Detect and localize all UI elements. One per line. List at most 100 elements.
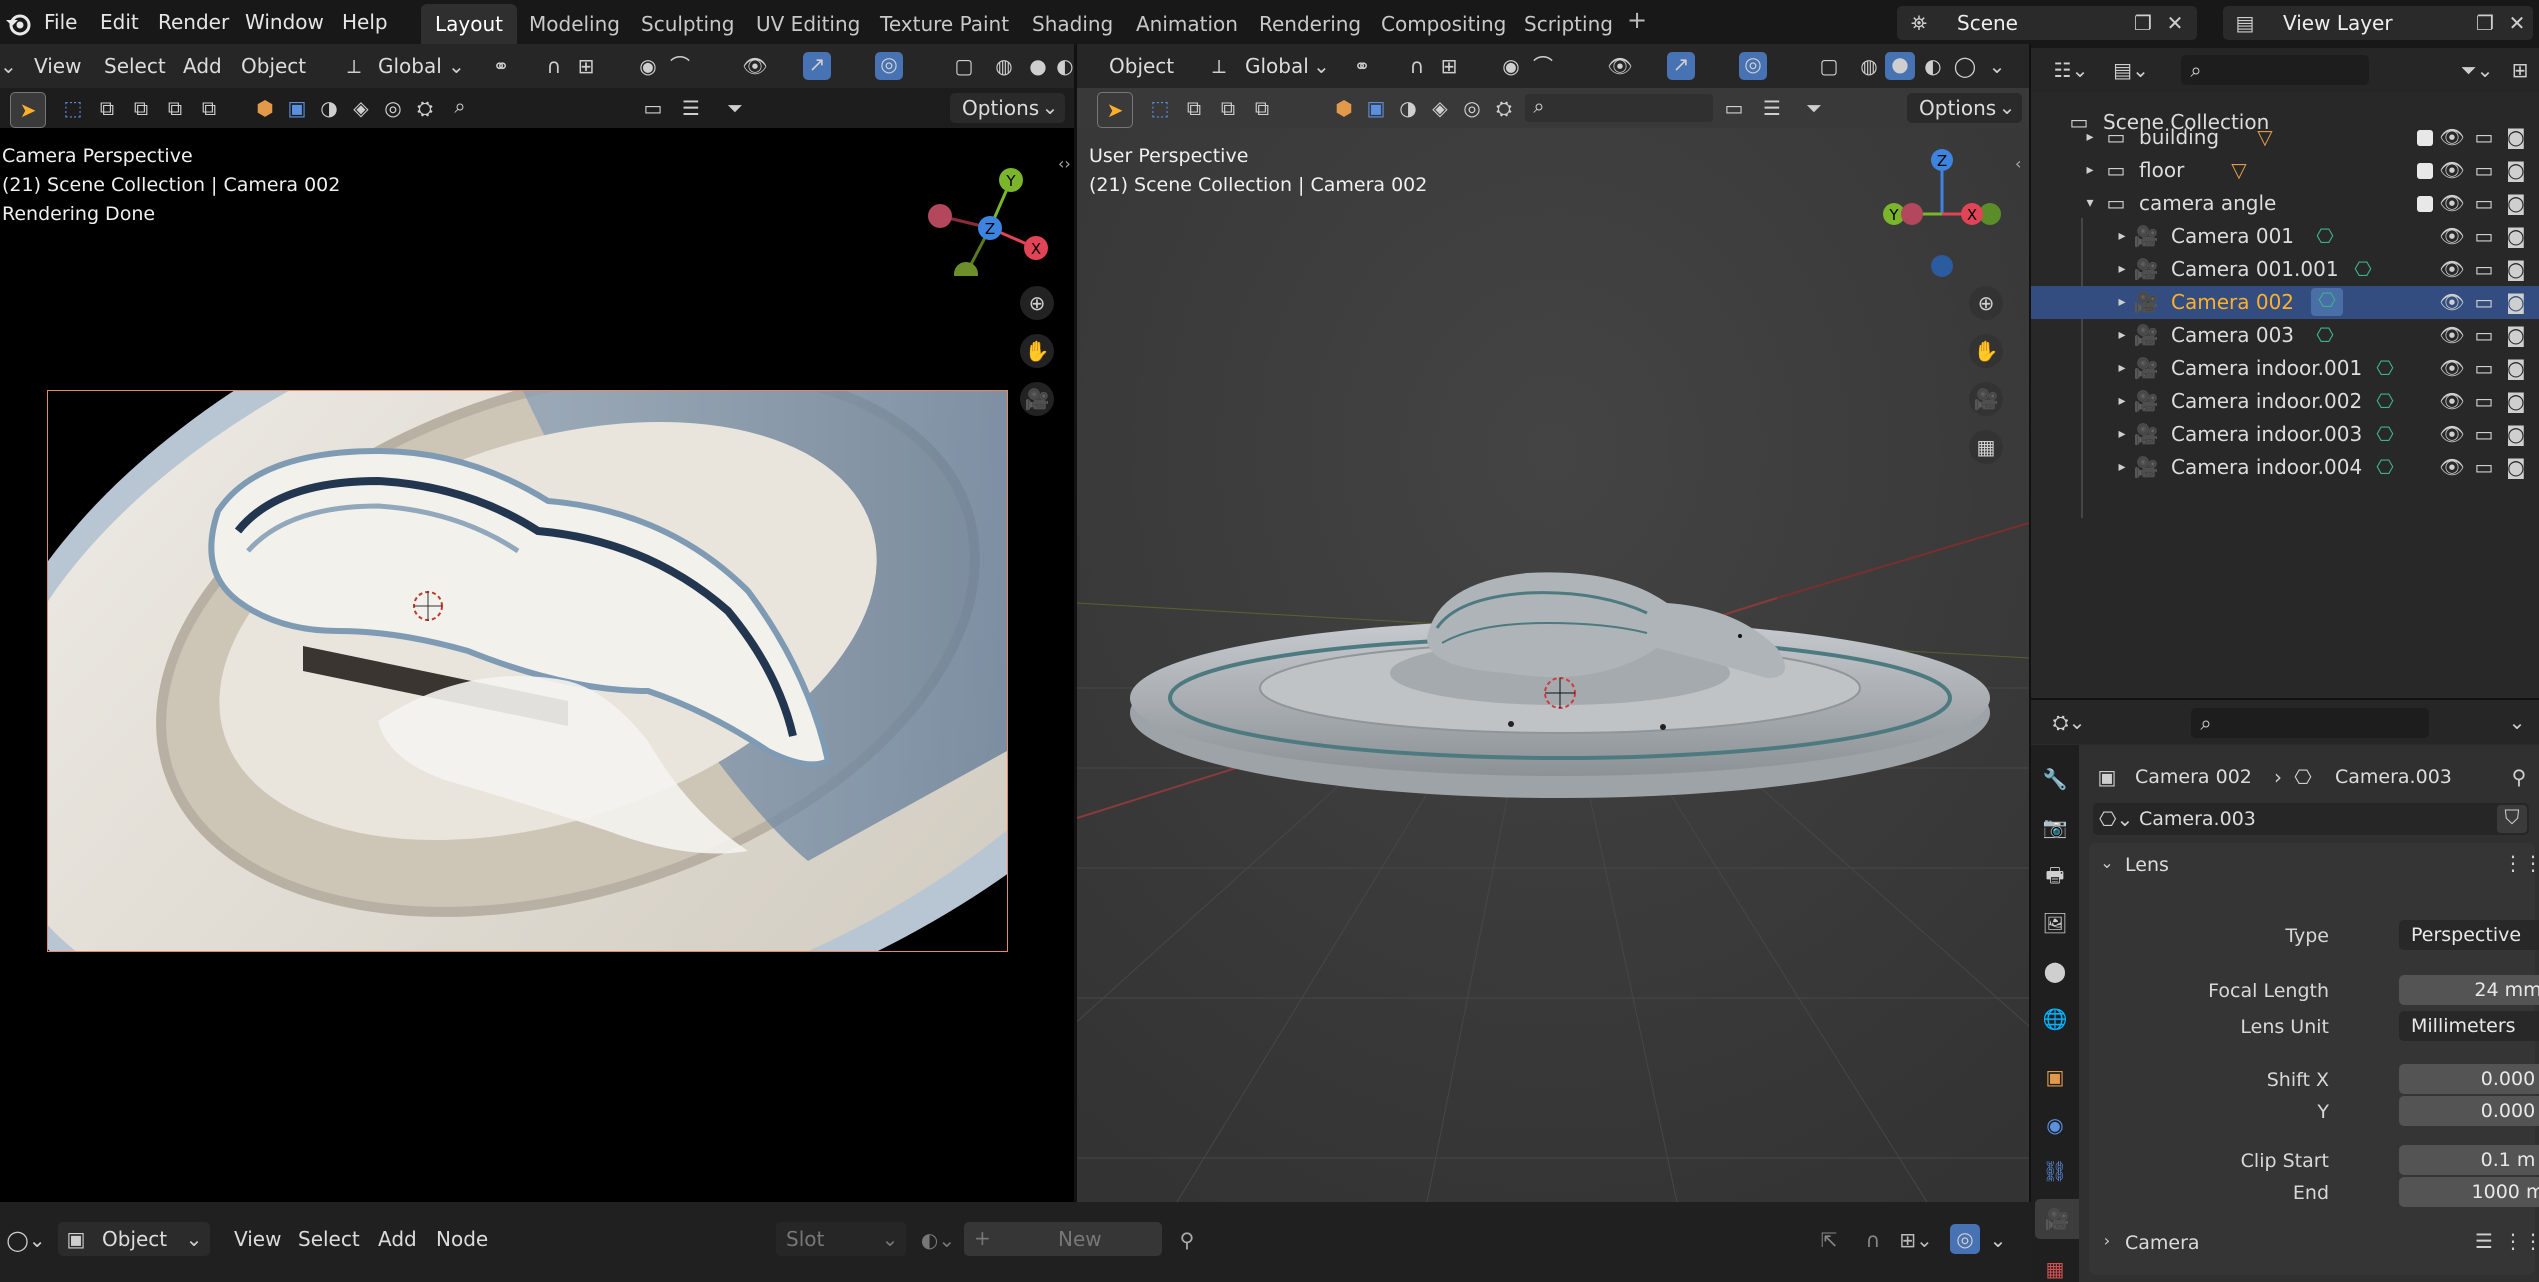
tree-row-camera[interactable]: ▸ 🎥 Camera indoor.001 ⎔ 👁 ▭ ◙ bbox=[2031, 352, 2539, 385]
snap-target-icon[interactable]: ⊞⌄ bbox=[1896, 1228, 1936, 1252]
select-subtract-icon[interactable]: ⧉ bbox=[1213, 96, 1243, 120]
shading-material-icon[interactable]: ◐ bbox=[1919, 54, 1947, 78]
tab-sculpting[interactable]: Sculpting bbox=[627, 4, 748, 44]
select-tool-button[interactable]: ➤ bbox=[1097, 92, 1133, 128]
render-camera-icon[interactable]: ◙ bbox=[2501, 389, 2531, 413]
monitor-icon[interactable]: ▭ bbox=[2469, 191, 2499, 215]
shading-solid-button[interactable]: ● bbox=[1885, 52, 1915, 80]
shading-rendered-icon[interactable]: ◯ bbox=[1951, 54, 1979, 78]
snap-target-icon[interactable]: ⊞ bbox=[572, 54, 600, 78]
visibility-icon[interactable]: 👁 bbox=[1605, 54, 1635, 78]
chevron-down-icon[interactable]: ⌄ bbox=[1988, 1228, 2008, 1252]
monitor-icon[interactable]: ▭ bbox=[2469, 356, 2499, 380]
camera-viewport[interactable]: Camera Perspective (21) Scene Collection… bbox=[0, 128, 1074, 1202]
falloff-icon[interactable]: ⌒ bbox=[666, 54, 694, 78]
chevron-right-icon[interactable]: ▸ bbox=[2081, 158, 2099, 182]
options-button[interactable]: Options ⌄ bbox=[950, 93, 1065, 123]
tab-texture-paint[interactable]: Texture Paint bbox=[866, 4, 1023, 44]
lens-panel-title[interactable]: Lens bbox=[2125, 855, 2169, 875]
overlay-toggle-button[interactable]: ◎ bbox=[1739, 52, 1767, 80]
mode-edit-icon[interactable]: ◑ bbox=[1395, 96, 1421, 120]
camera-view-button[interactable]: 🎥 bbox=[1969, 382, 2003, 416]
clip-end-field[interactable]: 1000 m bbox=[2399, 1177, 2539, 1207]
pivot-icon[interactable]: ⚭ bbox=[486, 54, 516, 78]
monitor-icon[interactable]: ▭ bbox=[2469, 290, 2499, 314]
mode-edit-icon[interactable]: ◑ bbox=[316, 96, 342, 120]
snap-icon[interactable]: ∩ bbox=[540, 54, 568, 78]
tree-row-camera-selected[interactable]: ▸ 🎥 Camera 002 ⎔ 👁 ▭ ◙ bbox=[2031, 286, 2539, 319]
sort-icon[interactable]: ☰ bbox=[676, 96, 706, 120]
mode-weight-icon[interactable]: ⛭ bbox=[412, 96, 438, 120]
eye-icon[interactable]: 👁 bbox=[2437, 125, 2467, 149]
render-camera-icon[interactable]: ◙ bbox=[2501, 191, 2531, 215]
overlay-toggle-button[interactable]: ◎ bbox=[875, 52, 903, 80]
render-camera-icon[interactable]: ◙ bbox=[2501, 455, 2531, 479]
monitor-icon[interactable]: ▭ bbox=[2469, 323, 2499, 347]
shading-wireframe-icon[interactable]: ◍ bbox=[990, 54, 1018, 78]
pan-button[interactable]: ✋ bbox=[1020, 334, 1054, 368]
chevron-right-icon[interactable]: ▸ bbox=[2113, 290, 2131, 314]
monitor-icon[interactable]: ▭ bbox=[2469, 257, 2499, 281]
overlay-toggle-button[interactable]: ◎ bbox=[1950, 1224, 1980, 1254]
chevron-right-icon[interactable]: ▸ bbox=[2113, 257, 2131, 281]
tab-animation[interactable]: Animation bbox=[1122, 4, 1252, 44]
physics-tab-icon[interactable]: ◉ bbox=[2041, 1113, 2069, 1137]
eye-icon[interactable]: 👁 bbox=[2437, 356, 2467, 380]
editor-type-icon[interactable]: ⌄ bbox=[0, 54, 17, 78]
eye-icon[interactable]: 👁 bbox=[2437, 323, 2467, 347]
eye-icon[interactable]: 👁 bbox=[2437, 257, 2467, 281]
close-icon[interactable]: ✕ bbox=[2503, 11, 2531, 35]
select-extend-icon[interactable]: ⧉ bbox=[92, 96, 122, 120]
camera-view-button[interactable]: 🎥 bbox=[1020, 382, 1054, 416]
new-material-button[interactable]: + New bbox=[964, 1222, 1162, 1256]
right-search-field[interactable]: ⌕ bbox=[1525, 94, 1713, 122]
select-intersect-icon[interactable]: ⧉ bbox=[194, 96, 224, 120]
zoom-button[interactable]: ⊕ bbox=[1969, 286, 2003, 320]
include-checkbox[interactable] bbox=[2417, 196, 2433, 212]
outliner-editor-icon[interactable]: ☷⌄ bbox=[2051, 58, 2091, 82]
orientation-dropdown[interactable]: Global bbox=[378, 56, 442, 76]
tree-row-camera[interactable]: ▸ 🎥 Camera 001.001 ⎔ 👁 ▭ ◙ bbox=[2031, 253, 2539, 286]
chevron-down-icon[interactable]: ⌄ bbox=[1987, 54, 2007, 78]
camera-panel-title[interactable]: Camera bbox=[2125, 1233, 2200, 1253]
copy-layer-icon[interactable]: ❐ bbox=[2471, 11, 2499, 35]
material-browse-icon[interactable]: ◐⌄ bbox=[918, 1228, 958, 1252]
slot-dropdown[interactable]: Slot ⌄ bbox=[776, 1222, 906, 1256]
new-collection-icon[interactable]: ⊞ bbox=[2505, 58, 2535, 82]
mode-object-icon[interactable]: ▣ bbox=[1363, 96, 1389, 120]
viewport-collapse-handle[interactable]: ‹› bbox=[1058, 154, 1072, 174]
drag-handle-icon[interactable]: ⋮⋮ bbox=[2503, 1229, 2539, 1253]
fake-user-icon[interactable]: ⛉ bbox=[2497, 805, 2527, 833]
snap-icon[interactable]: ∩ bbox=[1858, 1228, 1888, 1252]
proportional-edit-icon[interactable]: ◉ bbox=[1497, 54, 1525, 78]
chevron-right-icon[interactable]: ▸ bbox=[2081, 125, 2099, 149]
xray-icon[interactable]: ▢ bbox=[950, 54, 978, 78]
mode-dropdown[interactable]: ▣ Object ⌄ bbox=[58, 1222, 210, 1256]
pin-icon[interactable]: ⚲ bbox=[2507, 765, 2531, 789]
chevron-right-icon[interactable]: ▸ bbox=[2113, 389, 2131, 413]
constraints-tab-icon[interactable]: ⛓ bbox=[2041, 1159, 2069, 1183]
menu-object[interactable]: Object bbox=[241, 56, 306, 76]
tree-row-collection[interactable]: ▸ ▭ building ▽ 👁 ▭ ◙ bbox=[2031, 121, 2539, 154]
menu-render[interactable]: Render bbox=[158, 12, 229, 32]
render-camera-icon[interactable]: ◙ bbox=[2501, 125, 2531, 149]
datablock-selector[interactable]: ⎔⌄ Camera.003 ⛉ bbox=[2093, 803, 2529, 835]
mode-paint-icon[interactable]: ◎ bbox=[380, 96, 406, 120]
output-tab-icon[interactable]: 🖶 bbox=[2041, 863, 2069, 887]
clip-start-field[interactable]: 0.1 m bbox=[2399, 1145, 2539, 1175]
display-mode-icon[interactable]: ▤⌄ bbox=[2111, 58, 2151, 82]
sidebar-toggle-handle[interactable]: ‹ bbox=[2015, 154, 2029, 174]
chevron-right-icon[interactable]: ▸ bbox=[2113, 356, 2131, 380]
select-invert-icon[interactable]: ⧉ bbox=[160, 96, 190, 120]
type-dropdown[interactable]: Perspective ⌄ bbox=[2399, 920, 2539, 950]
select-invert-icon[interactable]: ⧉ bbox=[1247, 96, 1277, 120]
tab-uv-editing[interactable]: UV Editing bbox=[742, 4, 874, 44]
render-camera-icon[interactable]: ◙ bbox=[2501, 422, 2531, 446]
menu-node[interactable]: Node bbox=[436, 1229, 488, 1249]
object-type-filter-icon[interactable]: ⬢ bbox=[252, 96, 278, 120]
editor-type-icon[interactable]: ◯⌄ bbox=[6, 1228, 46, 1252]
render-camera-icon[interactable]: ◙ bbox=[2501, 257, 2531, 281]
render-camera-icon[interactable]: ◙ bbox=[2501, 224, 2531, 248]
eye-icon[interactable]: 👁 bbox=[2437, 455, 2467, 479]
menu-view[interactable]: View bbox=[234, 1229, 281, 1249]
